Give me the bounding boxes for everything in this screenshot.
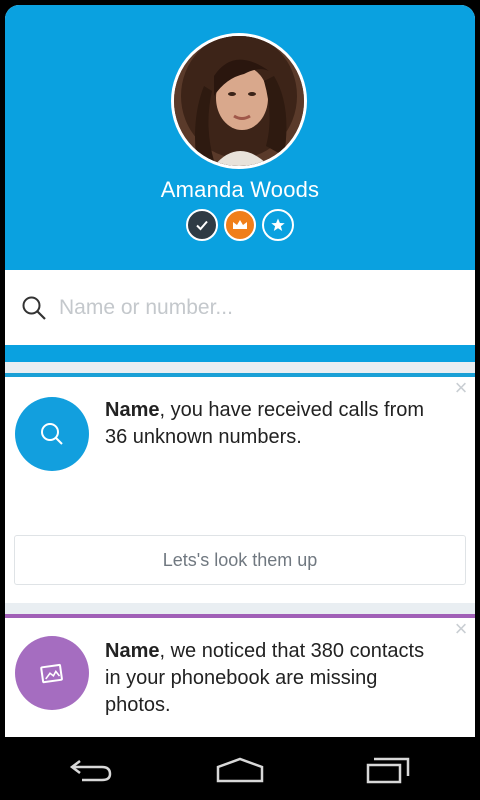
navigation-bar (0, 737, 480, 800)
profile-header: Amanda Woods (5, 5, 475, 270)
star-badge-icon[interactable] (262, 209, 294, 241)
search-icon (22, 296, 46, 320)
search-bar[interactable] (5, 270, 475, 345)
close-icon[interactable]: × (451, 618, 471, 640)
avatar[interactable] (171, 33, 307, 169)
header-strip (5, 345, 475, 362)
look-them-up-button[interactable]: Lets's look them up (14, 535, 466, 585)
avatar-photo (174, 36, 304, 166)
back-icon[interactable] (62, 753, 122, 787)
card-name: Name (105, 399, 160, 421)
check-badge-icon[interactable] (186, 209, 218, 241)
card-message: Name, you have received calls from 36 un… (105, 397, 435, 451)
search-input[interactable] (59, 295, 439, 320)
profile-name: Amanda Woods (160, 177, 320, 202)
close-icon[interactable]: × (451, 377, 471, 399)
image-icon (15, 636, 89, 710)
card-message: Name, we noticed that 380 contacts in yo… (105, 638, 435, 719)
missing-photos-card: × Name, we noticed that 380 contacts in … (5, 614, 475, 737)
card-name: Name (105, 640, 160, 662)
unknown-calls-card: × Name, you have received calls from 36 … (5, 373, 475, 603)
recent-apps-icon[interactable] (358, 753, 418, 787)
badge-row (5, 209, 475, 241)
home-icon[interactable] (210, 753, 270, 787)
search-icon (15, 397, 89, 471)
crown-badge-icon[interactable] (224, 209, 256, 241)
app-screen: Amanda Woods × (5, 5, 475, 737)
